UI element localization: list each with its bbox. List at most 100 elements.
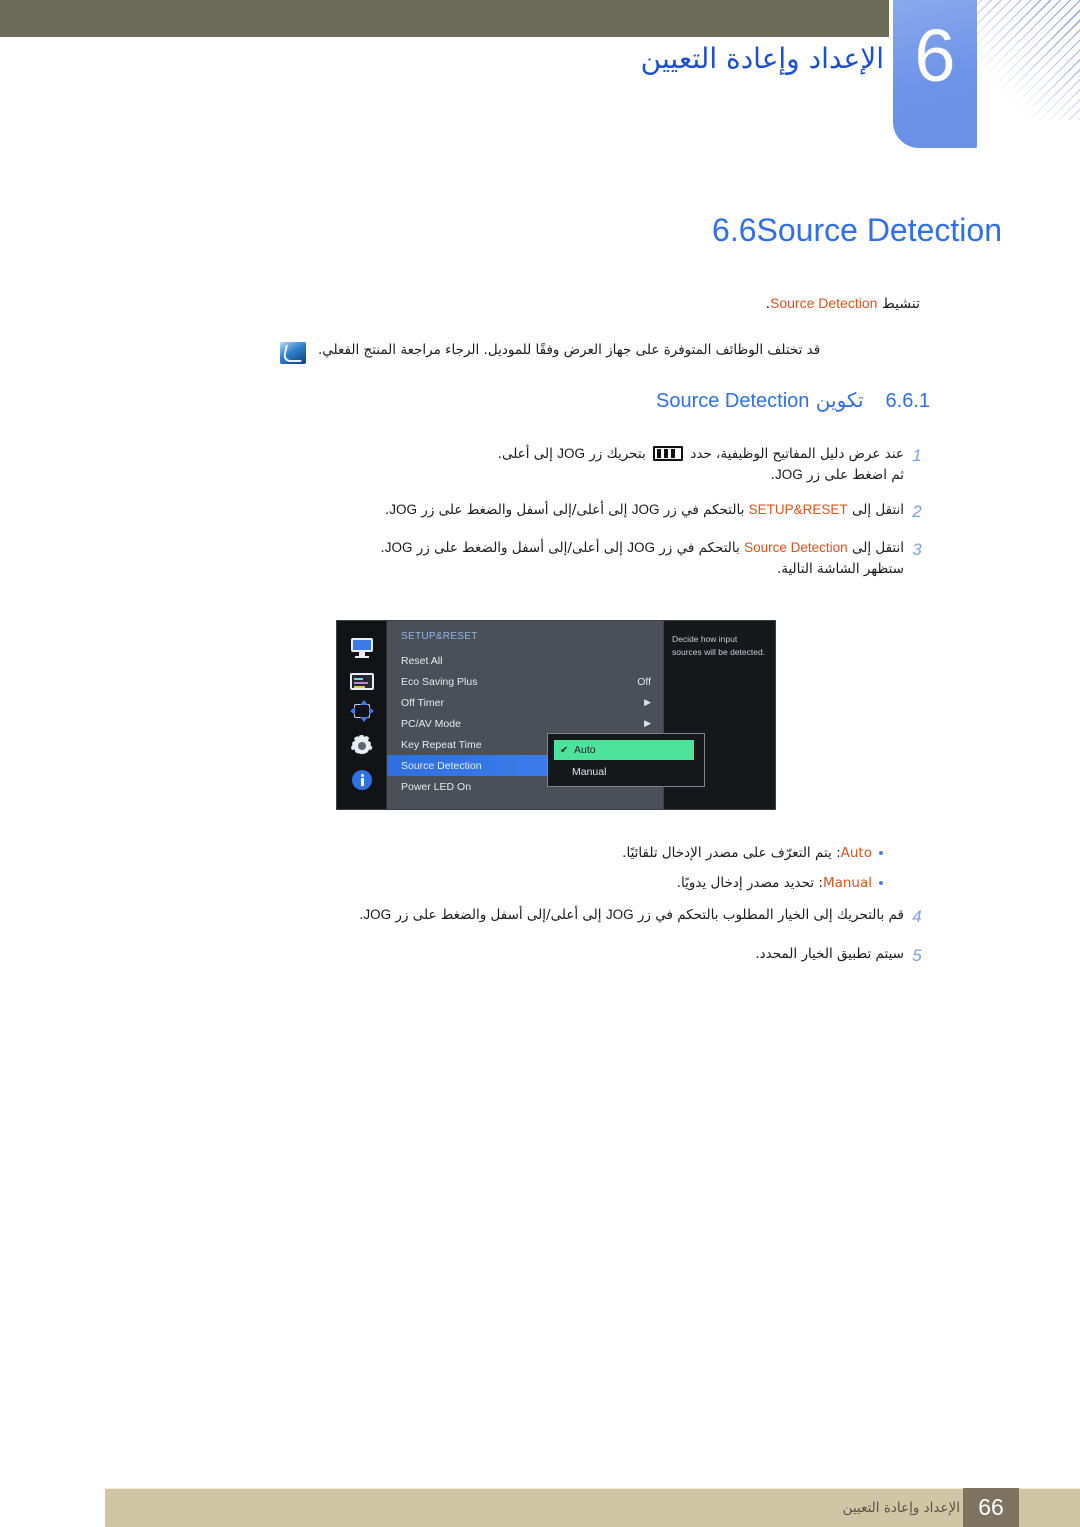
- step1-jog-1: JOG: [557, 446, 585, 461]
- osd-menu-title: SETUP&RESET: [401, 631, 478, 642]
- step1-part-a: عند عرض دليل المفاتيح الوظيفية، حدد: [690, 446, 904, 462]
- osd-menu-panel: SETUP&RESET Reset All Eco Saving Plus Of…: [387, 621, 705, 809]
- step-item: 1 عند عرض دليل المفاتيح الوظيفية، حدد بت…: [170, 444, 930, 486]
- step-text: قم بالتحريك إلى الخيار المطلوب بالتحكم ف…: [170, 905, 904, 926]
- step-number: 5: [912, 945, 922, 965]
- step-number: 1: [912, 446, 922, 465]
- step5-part-a: سيتم تطبيق الخيار المحدد.: [755, 945, 904, 962]
- osd-row-source-detection[interactable]: Source Detection: [387, 755, 547, 776]
- osd-popup-option-label: Auto: [574, 744, 596, 756]
- bullet-desc-auto: : يتم التعرّف على مصدر الإدخال تلقائيًا.: [622, 845, 841, 861]
- step1-part-c: إلى أعلى.: [497, 446, 553, 462]
- section-subtitle: تنشيط Source Detection.: [766, 295, 920, 312]
- step1-line2-a: ثم اضغط على زر: [807, 466, 904, 483]
- footer-page-number: 66: [963, 1488, 1019, 1527]
- bullet-label-auto: Auto: [840, 845, 872, 861]
- subsection-title-ar: تكوين: [815, 388, 864, 412]
- section-number: 6.6: [712, 212, 757, 248]
- osd-popup-option-auto[interactable]: ✔ Auto: [554, 740, 694, 760]
- osd-row-off-timer[interactable]: Off Timer ▶: [387, 692, 663, 713]
- step3-part-a: انتقل إلى: [851, 540, 904, 557]
- chevron-right-icon: ▶: [644, 697, 651, 707]
- section-title: 6.6Source Detection: [692, 212, 1002, 249]
- step-text: سيتم تطبيق الخيار المحدد.: [170, 944, 904, 965]
- step-item: 5 سيتم تطبيق الخيار المحدد.: [170, 944, 930, 969]
- gear-icon: [350, 734, 374, 757]
- section-title-text: Source Detection: [756, 212, 1002, 248]
- header-bar: [0, 0, 889, 37]
- step-item: 2 انتقل إلى SETUP&RESET بالتحكم في زر JO…: [170, 500, 930, 525]
- step-item: 3 انتقل إلى Source Detection بالتحكم في …: [170, 538, 930, 580]
- step4-part-b: إلى أعلى/إلى أسفل والضغط على زر: [395, 907, 602, 923]
- osd-source-detection-popup: ✔ Auto Manual: [547, 733, 705, 787]
- step4-part-a: قم بالتحريك إلى الخيار المطلوب بالتحكم ف…: [637, 907, 904, 923]
- osd-menu-screenshot: SETUP&RESET Reset All Eco Saving Plus Of…: [336, 620, 776, 810]
- section-subtitle-ar: تنشيط: [881, 296, 920, 312]
- subsection-heading: 6.6.1 تكوين Source Detection: [656, 388, 930, 413]
- bullet-text: Manual: تحديد مصدر إدخال يدويًا.: [270, 873, 872, 893]
- bullet-label-manual: Manual: [822, 874, 872, 891]
- step3-menu-name: Source Detection: [744, 540, 848, 556]
- step2-part-b: بالتحكم في زر: [663, 501, 745, 518]
- steps-list-bottom: 4 قم بالتحريك إلى الخيار المطلوب بالتحكم…: [170, 905, 930, 982]
- note-text: قد تختلف الوظائف المتوفرة على جهاز العرض…: [318, 342, 821, 358]
- bullet-text: Auto: يتم التعرّف على مصدر الإدخال تلقائ…: [270, 843, 872, 863]
- manual-page: 6 الإعداد وإعادة التعيين 6.6Source Detec…: [0, 0, 1080, 1527]
- note-row: قد تختلف الوظائف المتوفرة على جهاز العرض…: [280, 340, 920, 364]
- subsection-title-en: Source Detection: [656, 390, 810, 412]
- step-text: انتقل إلى SETUP&RESET بالتحكم في زر JOG …: [170, 500, 904, 521]
- chapter-title: الإعداد وإعادة التعيين: [640, 42, 884, 75]
- note-icon: [280, 342, 306, 364]
- step2-jog-1: JOG: [631, 501, 660, 517]
- step3-part-c: إلى أعلى/إلى أسفل والضغط على زر: [416, 540, 623, 557]
- monitor-icon: [350, 637, 374, 659]
- osd-popup-option-manual[interactable]: Manual: [552, 762, 700, 782]
- steps-list-top: 1 عند عرض دليل المفاتيح الوظيفية، حدد بت…: [170, 444, 930, 594]
- step3-part-b: بالتحكم في زر: [659, 540, 740, 557]
- step-item: 4 قم بالتحريك إلى الخيار المطلوب بالتحكم…: [170, 905, 930, 930]
- size-position-icon: [349, 700, 374, 723]
- osd-row-label: PC/AV Mode: [401, 717, 461, 730]
- check-icon: ✔: [560, 744, 569, 756]
- section-subtitle-en: Source Detection: [770, 295, 878, 311]
- check-icon-placeholder: [558, 767, 572, 778]
- step4-jog-2: JOG: [363, 907, 392, 922]
- osd-row-eco-saving-plus[interactable]: Eco Saving Plus Off: [387, 671, 663, 692]
- corner-pattern-decoration: [970, 0, 1080, 120]
- step1-jog-2: JOG: [774, 466, 803, 482]
- osd-row-label: Key Repeat Time: [401, 738, 482, 751]
- info-icon: [350, 769, 374, 791]
- osd-row-reset-all[interactable]: Reset All: [387, 650, 663, 671]
- step3-jog-1: JOG: [627, 540, 655, 556]
- subsection-number: 6.6.1: [885, 390, 930, 412]
- step2-jog-2: JOG: [389, 501, 417, 517]
- chapter-tab: 6: [893, 0, 977, 148]
- osd-row-label: Source Detection: [401, 759, 482, 772]
- step2-part-c: إلى أعلى/إلى أسفل والضغط على زر: [421, 501, 628, 518]
- osd-row-label: Power LED On: [401, 780, 472, 793]
- function-key-guide-icon: [653, 446, 684, 461]
- osd-sidebar: [337, 621, 387, 809]
- step4-jog-1: JOG: [605, 907, 634, 922]
- step3-jog-2: JOG: [384, 540, 413, 556]
- step3-line2: ستظهر الشاشة التالية.: [776, 561, 904, 578]
- step-text: عند عرض دليل المفاتيح الوظيفية، حدد بتحر…: [170, 444, 904, 486]
- osd-popup-option-label: Manual: [572, 766, 607, 778]
- bullet-item-auto: • Auto: يتم التعرّف على مصدر الإدخال تلق…: [270, 843, 890, 865]
- osd-row-pc-av-mode[interactable]: PC/AV Mode ▶: [387, 713, 663, 734]
- step1-part-b: بتحريك زر: [589, 446, 646, 462]
- chapter-number: 6: [914, 14, 956, 97]
- step-number: 3: [912, 540, 922, 560]
- option-bullet-list: • Auto: يتم التعرّف على مصدر الإدخال تلق…: [270, 843, 890, 903]
- step-text: انتقل إلى Source Detection بالتحكم في زر…: [170, 538, 904, 580]
- osd-row-label: Reset All: [401, 654, 443, 667]
- picture-list-icon: [349, 673, 374, 691]
- bullet-item-manual: • Manual: تحديد مصدر إدخال يدويًا.: [270, 873, 890, 895]
- bullet-marker-icon: •: [878, 874, 884, 892]
- step2-menu-name: SETUP&RESET: [748, 501, 848, 517]
- footer-text: الإعداد وإعادة التعيين: [842, 1499, 960, 1516]
- step2-part-a: انتقل إلى: [851, 501, 904, 518]
- chevron-right-icon: ▶: [644, 718, 651, 728]
- bullet-marker-icon: •: [878, 845, 884, 862]
- osd-row-label: Off Timer: [401, 696, 444, 709]
